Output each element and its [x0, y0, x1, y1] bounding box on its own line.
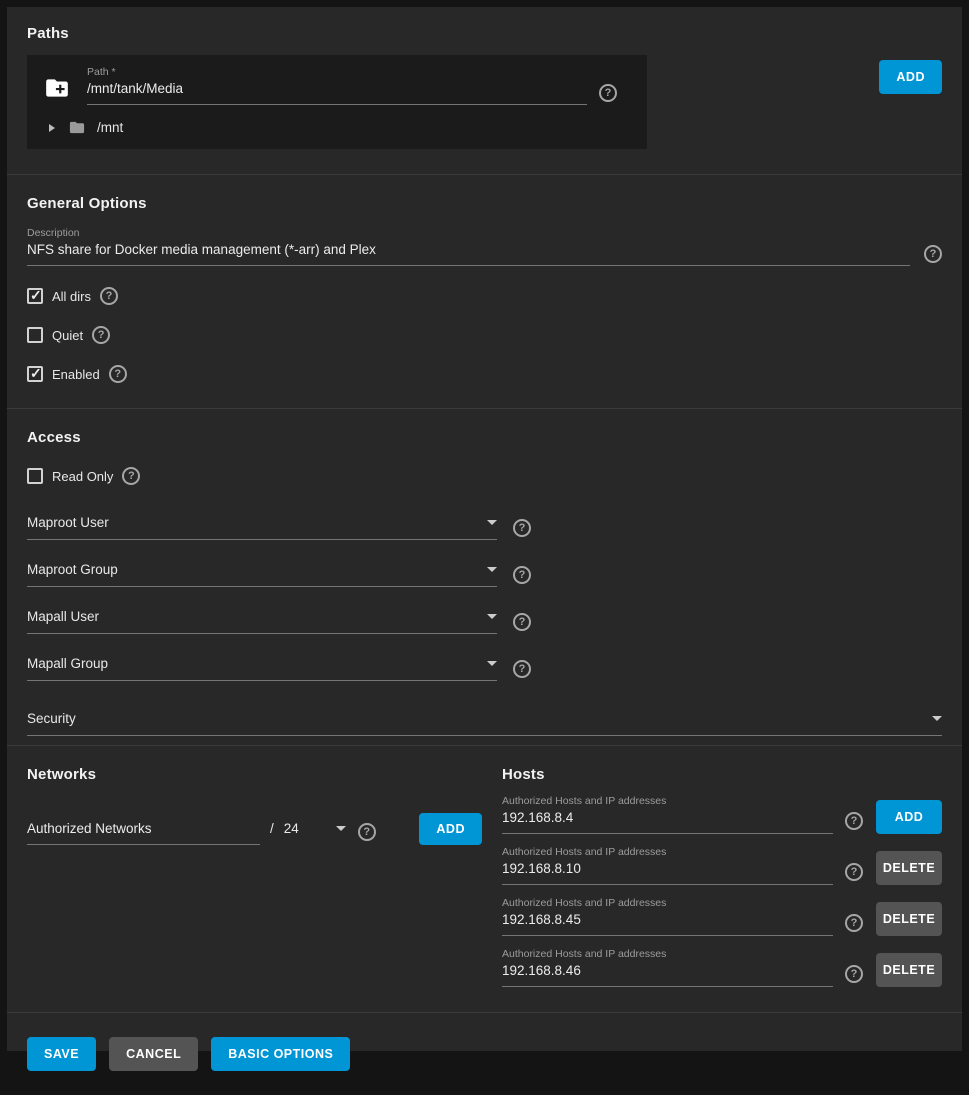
help-icon[interactable]: [100, 287, 118, 305]
netmask-select[interactable]: 24: [284, 821, 346, 836]
host-value[interactable]: 192.168.8.45: [502, 912, 833, 935]
help-icon[interactable]: [845, 863, 863, 881]
security-select[interactable]: Security: [27, 711, 942, 736]
all-dirs-checkbox[interactable]: [27, 288, 43, 304]
host-row-1: Authorized Hosts and IP addresses 192.16…: [502, 795, 942, 834]
nfs-share-form: Paths Path * /mnt/tank/Media: [7, 7, 962, 1051]
help-icon[interactable]: [513, 660, 531, 678]
hosts-add-button[interactable]: ADD: [876, 800, 942, 834]
security-label: Security: [27, 711, 76, 726]
help-icon[interactable]: [109, 365, 127, 383]
folder-icon: [67, 119, 87, 136]
help-icon[interactable]: [122, 467, 140, 485]
quiet-checkbox[interactable]: [27, 327, 43, 343]
networks-hosts-section: Networks Authorized Networks / 24 ADD Ho…: [7, 746, 962, 987]
host-row-2: Authorized Hosts and IP addresses 192.16…: [502, 846, 942, 885]
read-only-row: Read Only: [27, 467, 942, 485]
help-icon[interactable]: [513, 613, 531, 631]
enabled-row: Enabled: [27, 365, 942, 383]
networks-column: Networks Authorized Networks / 24 ADD: [27, 746, 482, 987]
help-icon[interactable]: [599, 84, 617, 102]
maproot-user-label: Maproot User: [27, 515, 109, 530]
access-section-title: Access: [27, 409, 942, 446]
basic-options-button[interactable]: BASIC OPTIONS: [211, 1037, 350, 1071]
host-row-3: Authorized Hosts and IP addresses 192.16…: [502, 897, 942, 936]
help-icon[interactable]: [513, 519, 531, 537]
authorized-hosts-label: Authorized Hosts and IP addresses: [502, 846, 833, 858]
authorized-hosts-input[interactable]: Authorized Hosts and IP addresses 192.16…: [502, 897, 833, 936]
chevron-down-icon: [487, 567, 497, 572]
help-icon[interactable]: [845, 965, 863, 983]
mapall-user-select[interactable]: Mapall User: [27, 609, 497, 634]
hosts-column: Hosts Authorized Hosts and IP addresses …: [502, 746, 942, 987]
mapall-group-label: Mapall Group: [27, 656, 108, 671]
read-only-checkbox[interactable]: [27, 468, 43, 484]
save-button[interactable]: SAVE: [27, 1037, 96, 1071]
quiet-label: Quiet: [52, 328, 83, 343]
read-only-label: Read Only: [52, 469, 113, 484]
description-input[interactable]: Description NFS share for Docker media m…: [27, 227, 910, 266]
maproot-user-select[interactable]: Maproot User: [27, 515, 497, 540]
authorized-hosts-label: Authorized Hosts and IP addresses: [502, 948, 833, 960]
form-actions: SAVE CANCEL BASIC OPTIONS: [7, 1013, 962, 1095]
help-icon[interactable]: [513, 566, 531, 584]
cancel-button[interactable]: CANCEL: [109, 1037, 198, 1071]
all-dirs-label: All dirs: [52, 289, 91, 304]
hosts-section-title: Hosts: [502, 746, 942, 783]
paths-section-title: Paths: [27, 7, 942, 42]
enabled-checkbox[interactable]: [27, 366, 43, 382]
networks-section-title: Networks: [27, 746, 482, 783]
tree-item-label: /mnt: [97, 120, 123, 135]
authorized-hosts-input[interactable]: Authorized Hosts and IP addresses 192.16…: [502, 846, 833, 885]
mapall-group-select[interactable]: Mapall Group: [27, 656, 497, 681]
cidr-slash: /: [270, 821, 274, 836]
access-section: Access Read Only Maproot User Maproot Gr…: [7, 409, 962, 736]
chevron-down-icon: [487, 614, 497, 619]
help-icon[interactable]: [92, 326, 110, 344]
host-delete-button[interactable]: DELETE: [876, 902, 942, 936]
networks-add-button[interactable]: ADD: [419, 813, 482, 845]
description-label: Description: [27, 227, 910, 239]
chevron-down-icon: [932, 716, 942, 721]
authorized-networks-input[interactable]: Authorized Networks: [27, 821, 260, 845]
netmask-value: 24: [284, 821, 299, 836]
host-delete-button[interactable]: DELETE: [876, 851, 942, 885]
chevron-down-icon: [487, 661, 497, 666]
description-value[interactable]: NFS share for Docker media management (*…: [27, 242, 910, 265]
authorized-hosts-input[interactable]: Authorized Hosts and IP addresses 192.16…: [502, 948, 833, 987]
maproot-group-label: Maproot Group: [27, 562, 118, 577]
create-folder-icon[interactable]: [43, 75, 71, 101]
help-icon[interactable]: [358, 823, 376, 841]
paths-section: Paths Path * /mnt/tank/Media: [7, 7, 962, 149]
quiet-row: Quiet: [27, 326, 942, 344]
help-icon[interactable]: [845, 914, 863, 932]
host-value[interactable]: 192.168.8.4: [502, 810, 833, 833]
general-options-section: General Options Description NFS share fo…: [7, 175, 962, 383]
tree-item-mnt[interactable]: /mnt: [43, 119, 631, 136]
authorized-hosts-label: Authorized Hosts and IP addresses: [502, 795, 833, 807]
maproot-group-select[interactable]: Maproot Group: [27, 562, 497, 587]
mapall-user-label: Mapall User: [27, 609, 99, 624]
help-icon[interactable]: [845, 812, 863, 830]
path-input-value[interactable]: /mnt/tank/Media: [87, 81, 587, 104]
chevron-down-icon: [336, 826, 346, 831]
path-picker-panel: Path * /mnt/tank/Media /mnt: [27, 55, 647, 149]
authorized-hosts-input[interactable]: Authorized Hosts and IP addresses 192.16…: [502, 795, 833, 834]
path-input-label: Path *: [87, 66, 587, 78]
help-icon[interactable]: [924, 245, 942, 263]
host-value[interactable]: 192.168.8.10: [502, 861, 833, 884]
paths-add-button[interactable]: ADD: [879, 60, 942, 94]
general-options-title: General Options: [27, 175, 942, 212]
host-value[interactable]: 192.168.8.46: [502, 963, 833, 986]
host-delete-button[interactable]: DELETE: [876, 953, 942, 987]
enabled-label: Enabled: [52, 367, 100, 382]
authorized-networks-label[interactable]: Authorized Networks: [27, 821, 260, 844]
host-row-4: Authorized Hosts and IP addresses 192.16…: [502, 948, 942, 987]
expand-arrow-icon[interactable]: [49, 124, 55, 132]
all-dirs-row: All dirs: [27, 287, 942, 305]
path-input[interactable]: Path * /mnt/tank/Media: [87, 66, 587, 105]
chevron-down-icon: [487, 520, 497, 525]
authorized-hosts-label: Authorized Hosts and IP addresses: [502, 897, 833, 909]
